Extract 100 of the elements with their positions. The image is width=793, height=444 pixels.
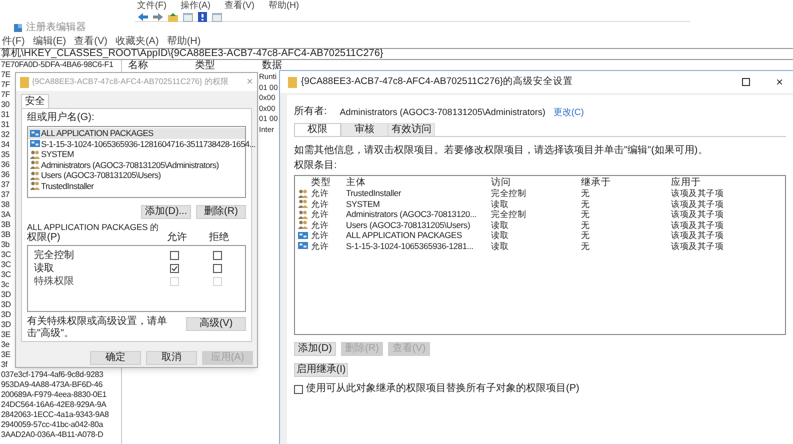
column-header[interactable]: 类型: [311, 177, 346, 188]
column-header[interactable]: 主体: [346, 177, 491, 188]
table-cell: 该项及其子项: [671, 220, 724, 230]
user-name: Users (AGOC3-708131205\Users): [41, 170, 161, 180]
tree-item[interactable]: 3AAD2A0-036A-4B11-A078-D: [0, 430, 121, 440]
change-link[interactable]: 更改(C): [553, 106, 584, 118]
table-cell-text: 无: [581, 198, 591, 209]
checkbox[interactable]: [213, 264, 222, 273]
column-header[interactable]: 名称: [128, 60, 195, 71]
tree-item[interactable]: 2940059-57cc-41bc-a042-80a: [0, 420, 121, 430]
tree-item[interactable]: 24DC564-16A6-42E8-929A-9A: [0, 400, 121, 410]
users-icon: [298, 220, 308, 230]
column-header[interactable]: 继承于: [581, 177, 671, 188]
menu-item[interactable]: 收藏夹(A): [115, 36, 159, 48]
info-text: 如需其他信息，请双击权限项目。若要修改权限项目，请选择该项目并单击"编辑"(如果可用)。: [294, 145, 709, 157]
tree-item[interactable]: 7E70FA0D-5DFA-4BA6-98C6-F1: [0, 60, 121, 70]
checkbox[interactable]: [170, 251, 179, 260]
table-cell-text: 读取: [491, 220, 510, 230]
checkbox-label: 使用可从此对象继承的权限项目替换所有子对象的权限项目(P): [306, 383, 580, 395]
table-cell-text: 完全控制: [491, 209, 528, 220]
permission-name: 读取: [33, 262, 55, 274]
close-button[interactable]: ×: [776, 76, 783, 88]
dialog-button[interactable]: 添加(D)...: [141, 205, 191, 219]
tab[interactable]: 安全: [21, 94, 49, 108]
column-header[interactable]: 应用于: [671, 177, 701, 188]
maximize-icon[interactable]: [742, 78, 750, 86]
window-title: 注册表编辑器: [26, 22, 86, 34]
tab[interactable]: 审核: [341, 123, 388, 136]
checkbox[interactable]: [294, 384, 303, 394]
dialog-button[interactable]: 添加(D): [294, 342, 336, 356]
back-arrow-icon[interactable]: [138, 13, 148, 21]
folder-up-icon[interactable]: [168, 12, 178, 22]
table-cell-text: S-1-15-3-1024-1065365936-1281...: [346, 240, 474, 251]
tree-item[interactable]: 037e3cf-1794-4af6-9c8d-9283: [0, 370, 121, 380]
menu-item[interactable]: 文件(F): [137, 0, 166, 11]
table-cell-text: 读取: [491, 230, 510, 240]
users-icon: [30, 170, 40, 180]
tree-item[interactable]: 953DA9-4A88-473A-BF6D-46: [0, 380, 121, 390]
dialog-button[interactable]: 确定: [90, 351, 141, 365]
tab[interactable]: 有效访问: [388, 123, 435, 136]
menu-item[interactable]: 查看(V): [224, 0, 254, 11]
table-cell: 该项及其子项: [671, 230, 724, 240]
hint-text: 有关特殊权限或高级设置，请单击"高级"。: [27, 316, 168, 340]
table-cell-text: TrustedInstaller: [346, 188, 402, 198]
dialog-button[interactable]: 取消: [146, 351, 197, 365]
table-cell-text: Administrators (AGOC3-70813120...: [346, 209, 478, 220]
table-cell-text: 允许: [311, 220, 330, 230]
checkbox[interactable]: [170, 264, 179, 273]
table-cell: 该项及其子项: [671, 240, 724, 251]
table-cell-text: 允许: [311, 209, 330, 220]
users-icon: [298, 210, 308, 219]
user-list-item[interactable]: TrustedInstaller: [28, 180, 245, 191]
user-name: TrustedInstaller: [41, 180, 94, 191]
table-cell-text: 允许: [311, 198, 330, 209]
user-list-item[interactable]: SYSTEM: [28, 149, 245, 160]
package-icon: [298, 230, 308, 240]
registry-icon: [14, 24, 22, 32]
menu-item[interactable]: 编辑(E): [32, 36, 66, 48]
forward-arrow-icon[interactable]: [153, 13, 163, 21]
user-list-item[interactable]: Administrators (AGOC3-708131205\Administrators): [28, 160, 245, 170]
users-icon: [298, 199, 308, 208]
table-cell-text: 无: [581, 209, 591, 220]
table-cell: 该项及其子项: [671, 209, 724, 220]
users-icon: [30, 150, 40, 159]
user-list-item[interactable]: ALL APPLICATION PACKAGES: [28, 128, 245, 138]
dialog-button[interactable]: 删除(R): [196, 205, 246, 219]
users-icon: [30, 181, 40, 190]
table-cell-text: SYSTEM: [346, 198, 381, 209]
table-cell-text: 无: [581, 188, 591, 198]
checkbox[interactable]: [213, 251, 222, 260]
table-cell-text: 允许: [311, 230, 330, 240]
dialog-title: {9CA88EE3-ACB7-47c8-AFC4-AB702511C276}的高级安全设置: [301, 76, 574, 88]
dialog-title: {9CA88EE3-ACB7-47c8-AFC4-AB702511C276} 的权限: [32, 77, 230, 87]
address-bar[interactable]: 算机\HKEY_CLASSES_ROOT\AppID\{9CA88EE3-ACB7-47c8-AFC4-AB702511C276}: [0, 48, 793, 60]
tree-item[interactable]: 200689A-F979-4eea-8830-0E1: [0, 390, 121, 400]
field-label: 所有者:: [294, 106, 327, 118]
dialog-button[interactable]: 高级(V): [186, 317, 246, 331]
table-cell-text: 允许: [311, 240, 330, 251]
menu-item[interactable]: 帮助(H): [166, 36, 201, 48]
column-header[interactable]: 访问: [491, 177, 581, 188]
menu-item[interactable]: 帮助(H): [268, 0, 299, 11]
tab[interactable]: 权限: [294, 123, 341, 136]
table-cell-text: Users (AGOC3-708131205\Users): [346, 220, 472, 230]
field-label: 组或用户名(G):: [27, 112, 96, 124]
table-cell-text: 完全控制: [491, 188, 528, 198]
users-icon: [30, 160, 40, 170]
table-cell-text: 读取: [491, 240, 510, 251]
package-icon: [30, 139, 40, 148]
column-header[interactable]: 类型: [195, 60, 262, 71]
user-list-item[interactable]: Users (AGOC3-708131205\Users): [28, 170, 245, 180]
column-header[interactable]: 数据: [262, 60, 282, 71]
menu-item[interactable]: 查看(V): [74, 36, 108, 48]
user-name: SYSTEM: [41, 149, 74, 160]
table-cell-text: 无: [581, 230, 591, 240]
menu-item[interactable]: 操作(A): [180, 0, 210, 11]
menu-item[interactable]: 件(F): [2, 36, 25, 48]
dialog-button[interactable]: 启用继承(I): [294, 363, 348, 377]
tree-item[interactable]: 2842063-1ECC-4a1a-9343-9A8: [0, 410, 121, 420]
table-cell: 该项及其子项: [671, 198, 724, 209]
package-icon: [298, 241, 308, 250]
